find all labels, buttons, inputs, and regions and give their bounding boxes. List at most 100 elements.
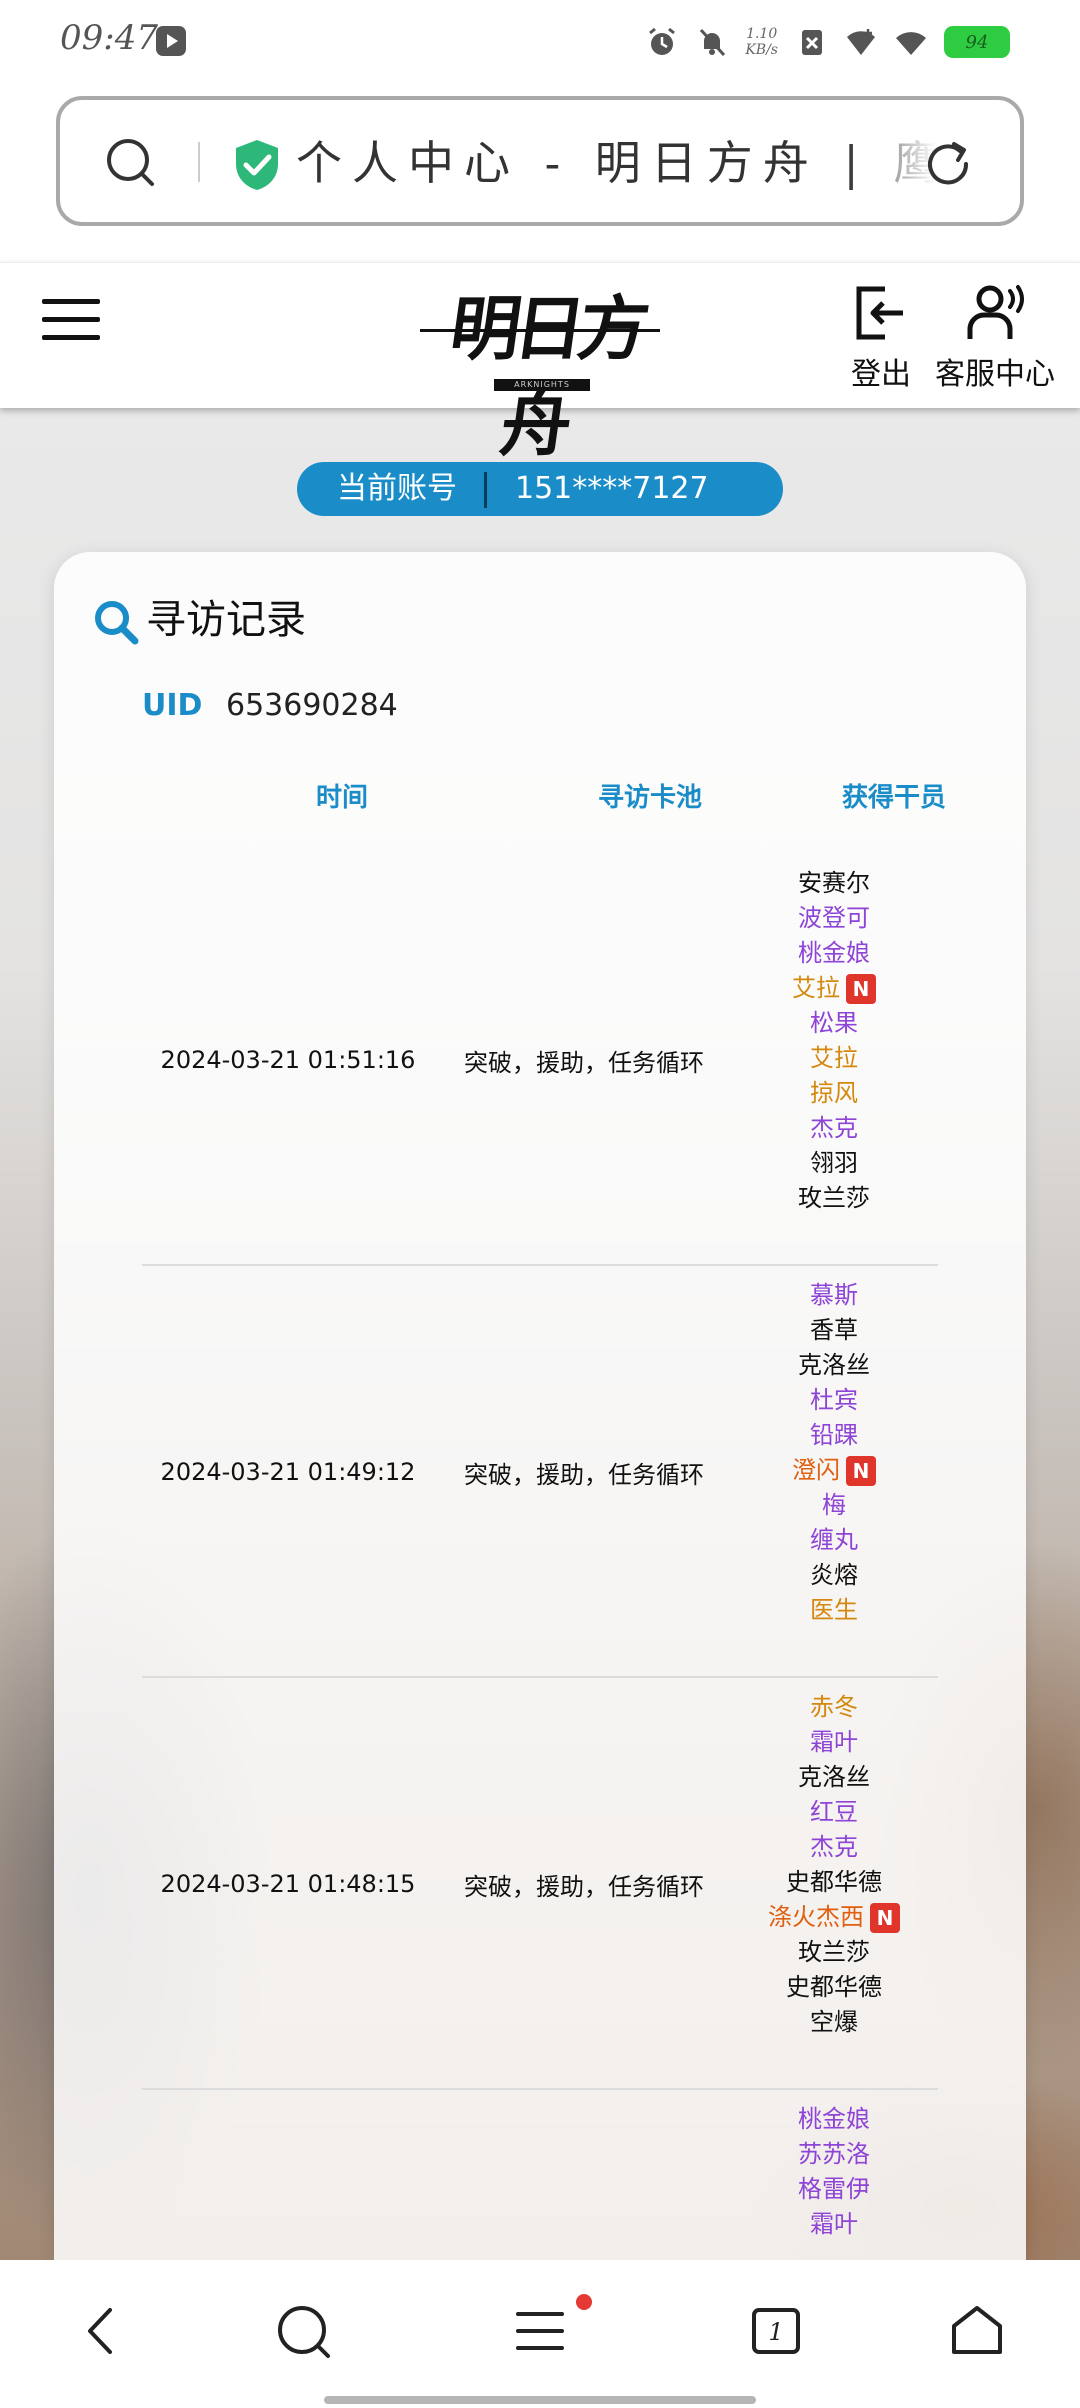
- page-title-url[interactable]: 个人中心 - 明日方舟 | 鹰角: [296, 130, 936, 196]
- operator-name: 波登可: [798, 904, 870, 932]
- operator-item: 医生: [734, 1593, 934, 1628]
- operator-name: 玫兰莎: [798, 1184, 870, 1212]
- record-row: 桃金娘 苏苏洛 格雷伊 霜叶: [142, 2090, 938, 2260]
- operator-item: 史都华德: [734, 1865, 934, 1900]
- customer-service-icon: [967, 285, 1024, 339]
- wifi-icon: [896, 32, 926, 55]
- operator-item: 空爆: [734, 2005, 934, 2040]
- status-bar: 09:47 1.10 KB/s 94: [0, 0, 1080, 80]
- tab-count: 1: [768, 2318, 784, 2346]
- operator-name: 艾拉: [810, 1044, 858, 1072]
- operator-item: 慕斯: [734, 1278, 934, 1313]
- operator-item: 波登可: [734, 901, 934, 936]
- operator-item: 赤冬: [734, 1690, 934, 1725]
- record-time: 2024-03-21 01:48:15: [160, 1870, 416, 1898]
- operator-name: 杰克: [810, 1114, 858, 1142]
- operator-name: 铅踝: [810, 1421, 858, 1449]
- new-badge: N: [846, 974, 876, 1004]
- site-header: 明日方舟 ARKNIGHTS 登出 客服中心: [0, 262, 1080, 466]
- operator-item: 香草: [734, 1313, 934, 1348]
- operator-item: 澄闪 N: [734, 1453, 934, 1488]
- operator-item: 桃金娘: [734, 2102, 934, 2137]
- operator-name: 空爆: [810, 2008, 858, 2036]
- operator-item: 铅踝: [734, 1418, 934, 1453]
- customer-service-label: 客服中心: [935, 357, 1055, 392]
- no-sim-icon: [802, 30, 822, 55]
- hamburger-menu-icon[interactable]: [42, 293, 102, 343]
- column-header-operators: 获得干员: [841, 783, 946, 813]
- record-pool: 突破，援助，任务循环: [464, 1460, 704, 1489]
- address-divider: [198, 142, 200, 182]
- operator-item: 艾拉 N: [734, 971, 934, 1006]
- operator-item: 梅: [734, 1488, 934, 1523]
- logout-icon: [856, 286, 903, 340]
- uid-row: UID 653690284: [142, 684, 398, 728]
- operator-name: 克洛丝: [798, 1351, 870, 1379]
- gesture-home-indicator[interactable]: [324, 2396, 756, 2404]
- home-icon[interactable]: [942, 2296, 1012, 2366]
- operator-name: 炎熔: [810, 1561, 858, 1589]
- operator-name: 慕斯: [810, 1281, 858, 1309]
- record-time: 2024-03-21 01:51:16: [160, 1046, 416, 1074]
- record-time: 2024-03-21 01:49:12: [160, 1458, 416, 1486]
- operator-name: 苏苏洛: [798, 2140, 870, 2168]
- logo-subtitle: ARKNIGHTS: [494, 379, 590, 391]
- operator-item: 涤火杰西 N: [734, 1900, 934, 1935]
- operator-name: 缠丸: [810, 1526, 858, 1554]
- operator-item: 玫兰莎: [734, 1181, 934, 1216]
- record-operators: 安赛尔 波登可 桃金娘 艾拉 N 松果 艾拉 掠风 杰克 翎羽 玫兰莎: [734, 866, 934, 1216]
- mute-bell-icon: [700, 28, 726, 57]
- back-icon[interactable]: [68, 2296, 138, 2366]
- new-badge: N: [846, 1456, 876, 1486]
- operator-name: 克洛丝: [798, 1763, 870, 1791]
- operator-name: 桃金娘: [798, 939, 870, 967]
- operator-name: 翎羽: [810, 1149, 858, 1177]
- operator-item: 缠丸: [734, 1523, 934, 1558]
- record-operators: 桃金娘 苏苏洛 格雷伊 霜叶: [734, 2102, 934, 2242]
- record-row: 2024-03-21 01:48:15 突破，援助，任务循环 赤冬 霜叶 克洛丝 红豆 杰克…: [142, 1678, 938, 2090]
- menu-icon[interactable]: [506, 2296, 576, 2366]
- wifi-plus-icon: [847, 29, 875, 55]
- battery-indicator: 94: [944, 26, 1010, 58]
- browser-bottom-nav: 1: [0, 2260, 1080, 2408]
- record-row: 2024-03-21 01:51:16 突破，援助，任务循环 安赛尔 波登可 桃金娘 艾拉…: [142, 854, 938, 1266]
- operator-name: 涤火杰西: [768, 1903, 864, 1931]
- operator-name: 澄闪: [792, 1456, 840, 1484]
- reload-icon[interactable]: [920, 136, 976, 192]
- operator-item: 艾拉: [734, 1041, 934, 1076]
- operator-item: 玫兰莎: [734, 1935, 934, 1970]
- operator-name: 掠风: [810, 1079, 858, 1107]
- operator-item: 杜宾: [734, 1383, 934, 1418]
- operator-name: 桃金娘: [798, 2105, 870, 2133]
- operator-name: 医生: [810, 1596, 858, 1624]
- operator-name: 史都华德: [786, 1973, 882, 2001]
- operator-item: 掠风: [734, 1076, 934, 1111]
- security-shield-icon: [236, 140, 278, 190]
- operator-item: 克洛丝: [734, 1760, 934, 1795]
- operator-name: 霜叶: [810, 1728, 858, 1756]
- logo-text: 明日方舟: [444, 287, 649, 466]
- customer-service-button[interactable]: 客服中心: [930, 283, 1060, 393]
- operator-item: 杰克: [734, 1111, 934, 1146]
- operator-item: 翎羽: [734, 1146, 934, 1181]
- record-operators: 慕斯香草克洛丝杜宾铅踝澄闪 N 梅缠丸炎熔医生: [734, 1278, 934, 1628]
- search-icon[interactable]: [104, 136, 156, 188]
- operator-name: 赤冬: [810, 1693, 858, 1721]
- record-operators: 赤冬 霜叶 克洛丝 红豆 杰克 史都华德 涤火杰西 N 玫兰莎 史都华德 空爆: [734, 1690, 934, 2040]
- logout-button[interactable]: 登出: [846, 283, 916, 393]
- operator-item: 桃金娘: [734, 936, 934, 971]
- operator-item: 红豆: [734, 1795, 934, 1830]
- operator-name: 艾拉: [792, 974, 840, 1002]
- arknights-logo[interactable]: 明日方舟 ARKNIGHTS: [420, 281, 660, 466]
- operator-name: 玫兰莎: [798, 1938, 870, 1966]
- operator-item: 克洛丝: [734, 1348, 934, 1383]
- browser-address-bar[interactable]: 个人中心 - 明日方舟 | 鹰角: [56, 96, 1024, 226]
- uid-value: 653690284: [225, 688, 398, 723]
- operator-name: 杰克: [810, 1833, 858, 1861]
- record-row: 2024-03-21 01:49:12 突破，援助，任务循环 慕斯香草克洛丝杜宾铅踝…: [142, 1266, 938, 1678]
- operator-name: 松果: [810, 1009, 858, 1037]
- record-pool: [434, 2090, 734, 2260]
- notification-dot: [576, 2294, 592, 2310]
- operator-name: 霜叶: [810, 2210, 858, 2238]
- search-icon[interactable]: [268, 2296, 338, 2366]
